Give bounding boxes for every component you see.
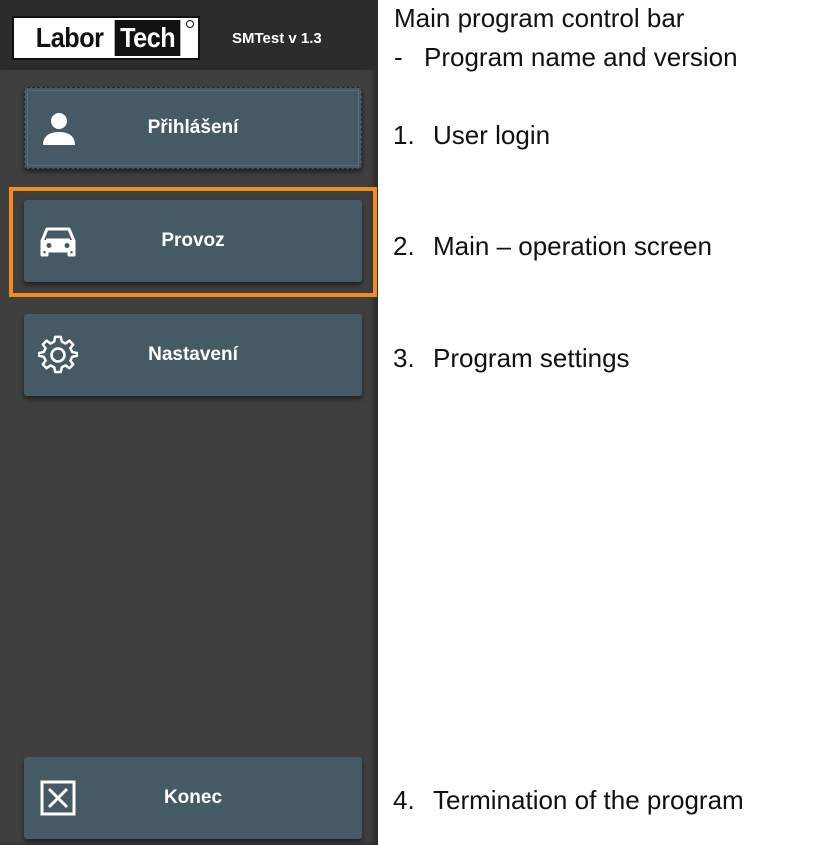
- page: Labor Tech SMTest v 1.3 Přihlášení Provo…: [0, 0, 829, 845]
- gear-icon: [37, 335, 79, 375]
- settings-button[interactable]: Nastavení: [24, 314, 362, 396]
- operation-button[interactable]: Provoz: [24, 200, 362, 282]
- user-icon: [39, 109, 79, 149]
- annotation-number: 1.: [393, 120, 415, 150]
- login-button[interactable]: Přihlášení: [24, 87, 362, 169]
- annotation-text: Termination of the program: [433, 785, 744, 815]
- annotation-text: Program settings: [433, 343, 630, 373]
- login-button-label: Přihlášení: [147, 117, 239, 138]
- logo-labor-text: Labor: [35, 22, 104, 53]
- annotation-text: User login: [433, 120, 551, 150]
- annotation-subtitle-text: Program name and version: [424, 42, 738, 72]
- annotation-item: 3. Program settings: [393, 343, 630, 374]
- close-box-icon: [38, 778, 78, 818]
- annotation-title: Main program control bar: [394, 3, 685, 33]
- main-control-bar: Labor Tech SMTest v 1.3 Přihlášení Provo…: [0, 0, 378, 845]
- annotation-text: Main – operation screen: [433, 231, 712, 261]
- exit-button[interactable]: Konec: [24, 757, 362, 839]
- car-icon: [38, 221, 78, 261]
- annotation-item: 4. Termination of the program: [393, 785, 744, 816]
- operation-button-label: Provoz: [161, 230, 225, 251]
- exit-button-label: Konec: [163, 787, 223, 808]
- labortech-logo: Labor Tech: [12, 16, 200, 60]
- logo-tech-text: Tech: [114, 20, 181, 56]
- annotation-item: 2. Main – operation screen: [393, 231, 712, 262]
- annotation-number: 3.: [393, 343, 415, 373]
- annotation-item: 1. User login: [393, 120, 550, 151]
- registered-mark-icon: [186, 20, 194, 28]
- annotation-subtitle-dash: -: [394, 42, 403, 72]
- annotation-subtitle: - Program name and version: [394, 42, 738, 73]
- annotation-number: 4.: [393, 785, 415, 815]
- annotation-number: 2.: [393, 231, 415, 261]
- sidebar-header: Labor Tech SMTest v 1.3: [0, 0, 378, 70]
- settings-button-label: Nastavení: [148, 344, 238, 365]
- app-version: SMTest v 1.3: [232, 30, 322, 47]
